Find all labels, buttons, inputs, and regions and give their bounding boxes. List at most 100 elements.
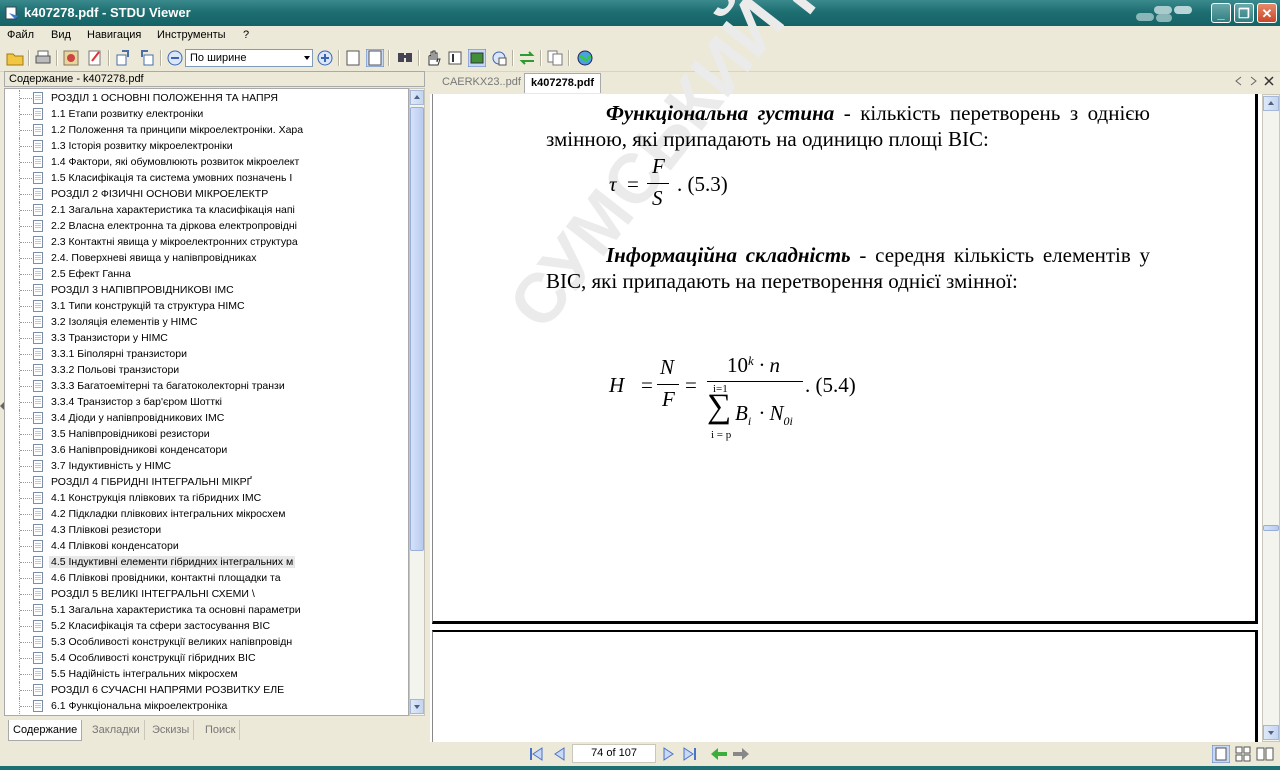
tree-item[interactable]: 4.2 Підкладки плівкових інтегральних мік…	[5, 506, 408, 522]
view-grid-icon[interactable]	[1234, 745, 1252, 763]
tree-item[interactable]: 5.3 Особливості конструкції великих напі…	[5, 634, 408, 650]
tree-item[interactable]: 1.3 Історія розвитку мікроелектроніки	[5, 138, 408, 154]
tree-item[interactable]: 1.1 Етапи розвитку електроніки	[5, 106, 408, 122]
first-page-icon[interactable]	[528, 746, 544, 762]
doc-scroll-thumb[interactable]	[1263, 525, 1279, 531]
tree-item[interactable]: 5.1 Загальна характеристика та основні п…	[5, 602, 408, 618]
tab-bookmarks[interactable]: Закладки	[88, 720, 145, 740]
doc-scroll-down-button[interactable]	[1263, 725, 1279, 740]
back-arrow-icon[interactable]	[710, 746, 728, 762]
find-icon[interactable]	[396, 49, 414, 67]
tree-item[interactable]: 3.5 Напівпровідникові резистори	[5, 426, 408, 442]
tree-item[interactable]: 3.3.1 Біполярні транзистори	[5, 346, 408, 362]
minimize-button[interactable]: _	[1211, 3, 1231, 23]
tree-item[interactable]: 6.1 Функціональна мікроелектроніка	[5, 698, 408, 714]
tree-item[interactable]: 2.4. Поверхневі явища у напівпровідниках	[5, 250, 408, 266]
tree-connector	[19, 682, 34, 698]
zoom-out-icon[interactable]	[166, 49, 184, 67]
tree-item[interactable]: РОЗДІЛ 5 ВЕЛИКІ ІНТЕГРАЛЬНІ СХЕМИ \	[5, 586, 408, 602]
document-view[interactable]: СУМСЬКИЙ ДЕР Функціональна густина - кіл…	[430, 0, 1262, 742]
zoom-in-icon[interactable]	[316, 49, 334, 67]
rotate-right-icon[interactable]	[138, 49, 156, 67]
tree-item[interactable]: 5.2 Класифікація та сфери застосування В…	[5, 618, 408, 634]
forward-arrow-icon[interactable]	[732, 746, 750, 762]
tab-scroll-right-icon[interactable]	[1248, 76, 1258, 86]
doc-scroll-up-button[interactable]	[1263, 96, 1279, 111]
menu-navigation[interactable]: Навигация	[87, 29, 141, 41]
tree-item[interactable]: 5.4 Особливості конструкції гібридних ВІ…	[5, 650, 408, 666]
menu-file[interactable]: Файл	[7, 29, 34, 41]
tree-item[interactable]: 4.3 Плівкові резистори	[5, 522, 408, 538]
tree-item[interactable]: 3.6 Напівпровідникові конденсатори	[5, 442, 408, 458]
tab-contents[interactable]: Содержание	[8, 720, 83, 741]
tree-item[interactable]: 1.2 Положення та принципи мікроелектроні…	[5, 122, 408, 138]
contents-scrollbar[interactable]	[409, 88, 425, 716]
scroll-thumb[interactable]	[410, 107, 424, 551]
view-single-icon[interactable]	[1212, 745, 1230, 763]
single-page-icon[interactable]	[344, 49, 362, 67]
tree-item[interactable]: 3.3.4 Транзистор з бар'єром Шотткі	[5, 394, 408, 410]
tree-item[interactable]: РОЗДІЛ 3 НАПІВПРОВІДНИКОВІ ІМС	[5, 282, 408, 298]
tab-close-icon[interactable]	[1264, 76, 1274, 86]
tree-item[interactable]: 2.2 Власна електронна та діркова електро…	[5, 218, 408, 234]
tab-scroll-left-icon[interactable]	[1234, 76, 1244, 86]
tree-item[interactable]: 1.4 Фактори, які обумовлюють розвиток мі…	[5, 154, 408, 170]
tree-item[interactable]: 3.7 Індуктивність у НІМС	[5, 458, 408, 474]
tree-item[interactable]: 2.3 Контактні явища у мікроелектронних с…	[5, 234, 408, 250]
zoom-select[interactable]: По ширине	[185, 49, 313, 67]
next-page-icon[interactable]	[660, 746, 676, 762]
previous-page-icon[interactable]	[552, 746, 568, 762]
tree-connector	[19, 634, 34, 650]
doc-tab-caerkx23[interactable]: CAERKX23..pdf	[436, 73, 527, 92]
scroll-down-button[interactable]	[410, 699, 424, 714]
tree-item[interactable]: 3.3.2 Польові транзистори	[5, 362, 408, 378]
last-page-icon[interactable]	[682, 746, 698, 762]
tree-item[interactable]: 3.3 Транзистори у НІМС	[5, 330, 408, 346]
tree-item[interactable]: 2.1 Загальна характеристика та класифіка…	[5, 202, 408, 218]
tab-thumbnails[interactable]: Эскизы	[148, 720, 195, 740]
menu-tools[interactable]: Инструменты	[157, 29, 226, 41]
export-text-icon[interactable]	[86, 49, 104, 67]
tree-item[interactable]: 3.4 Діоди у напівпровідникових ІМС	[5, 410, 408, 426]
open-folder-icon[interactable]	[6, 49, 24, 67]
tree-item[interactable]: 4.5 Індуктивні елементи гібридних інтегр…	[5, 554, 408, 570]
document-scrollbar[interactable]	[1262, 94, 1280, 742]
menu-view[interactable]: Вид	[51, 29, 71, 41]
web-icon[interactable]	[576, 49, 594, 67]
copy-region-icon[interactable]	[490, 49, 508, 67]
tree-item[interactable]: 3.2 Ізоляція елементів у НІМС	[5, 314, 408, 330]
tree-item[interactable]: 4.4 Плівкові конденсатори	[5, 538, 408, 554]
menu-help[interactable]: ?	[243, 29, 249, 41]
document-page-icon	[33, 92, 43, 104]
tree-item[interactable]: 1.5 Класифікація та система умовних позн…	[5, 170, 408, 186]
hand-tool-icon[interactable]	[424, 49, 442, 67]
tree-item-label: 3.4 Діоди у напівпровідникових ІМС	[51, 412, 225, 424]
print-icon[interactable]	[34, 49, 52, 67]
page-number-field[interactable]: 74 of 107	[572, 744, 656, 763]
rotate-left-icon[interactable]	[114, 49, 132, 67]
continuous-page-icon[interactable]	[366, 49, 384, 67]
sync-arrows-icon[interactable]	[518, 49, 536, 67]
tree-item-label: 2.4. Поверхневі явища у напівпровідниках	[51, 252, 257, 264]
export-image-icon[interactable]	[62, 49, 80, 67]
scroll-up-button[interactable]	[410, 90, 424, 105]
eq2-numerator-1: N	[660, 355, 675, 379]
tree-item[interactable]: РОЗДІЛ 4 ГІБРИДНІ ІНТЕГРАЛЬНІ МІКРҐ	[5, 474, 408, 490]
tree-item[interactable]: 3.3.3 Багатоемітерні та багатоколекторні…	[5, 378, 408, 394]
tree-item[interactable]: РОЗДІЛ 6 СУЧАСНІ НАПРЯМИ РОЗВИТКУ ЕЛЕ	[5, 682, 408, 698]
maximize-button[interactable]: ❐	[1234, 3, 1254, 23]
close-button[interactable]: ✕	[1257, 3, 1277, 23]
tree-item[interactable]: 4.1 Конструкція плівкових та гібридних І…	[5, 490, 408, 506]
page-copy-icon[interactable]	[546, 49, 564, 67]
tree-item[interactable]: 3.1 Типи конструкцій та структура НІМС	[5, 298, 408, 314]
tree-item[interactable]: 4.6 Плівкові провідники, контактні площа…	[5, 570, 408, 586]
snapshot-icon[interactable]	[468, 49, 486, 67]
view-facing-icon[interactable]	[1256, 745, 1274, 763]
tree-item[interactable]: РОЗДІЛ 2 ФІЗИЧНІ ОСНОВИ МІКРОЕЛЕКТР	[5, 186, 408, 202]
tab-search[interactable]: Поиск	[201, 720, 241, 740]
tree-item[interactable]: РОЗДІЛ 1 ОСНОВНІ ПОЛОЖЕННЯ ТА НАПРЯ	[5, 90, 408, 106]
text-select-icon[interactable]	[446, 49, 464, 67]
tree-item[interactable]: 2.5 Ефект Ганна	[5, 266, 408, 282]
tree-item[interactable]: 5.5 Надійність інтегральних мікросхем	[5, 666, 408, 682]
doc-tab-k407278[interactable]: k407278.pdf	[524, 73, 601, 93]
